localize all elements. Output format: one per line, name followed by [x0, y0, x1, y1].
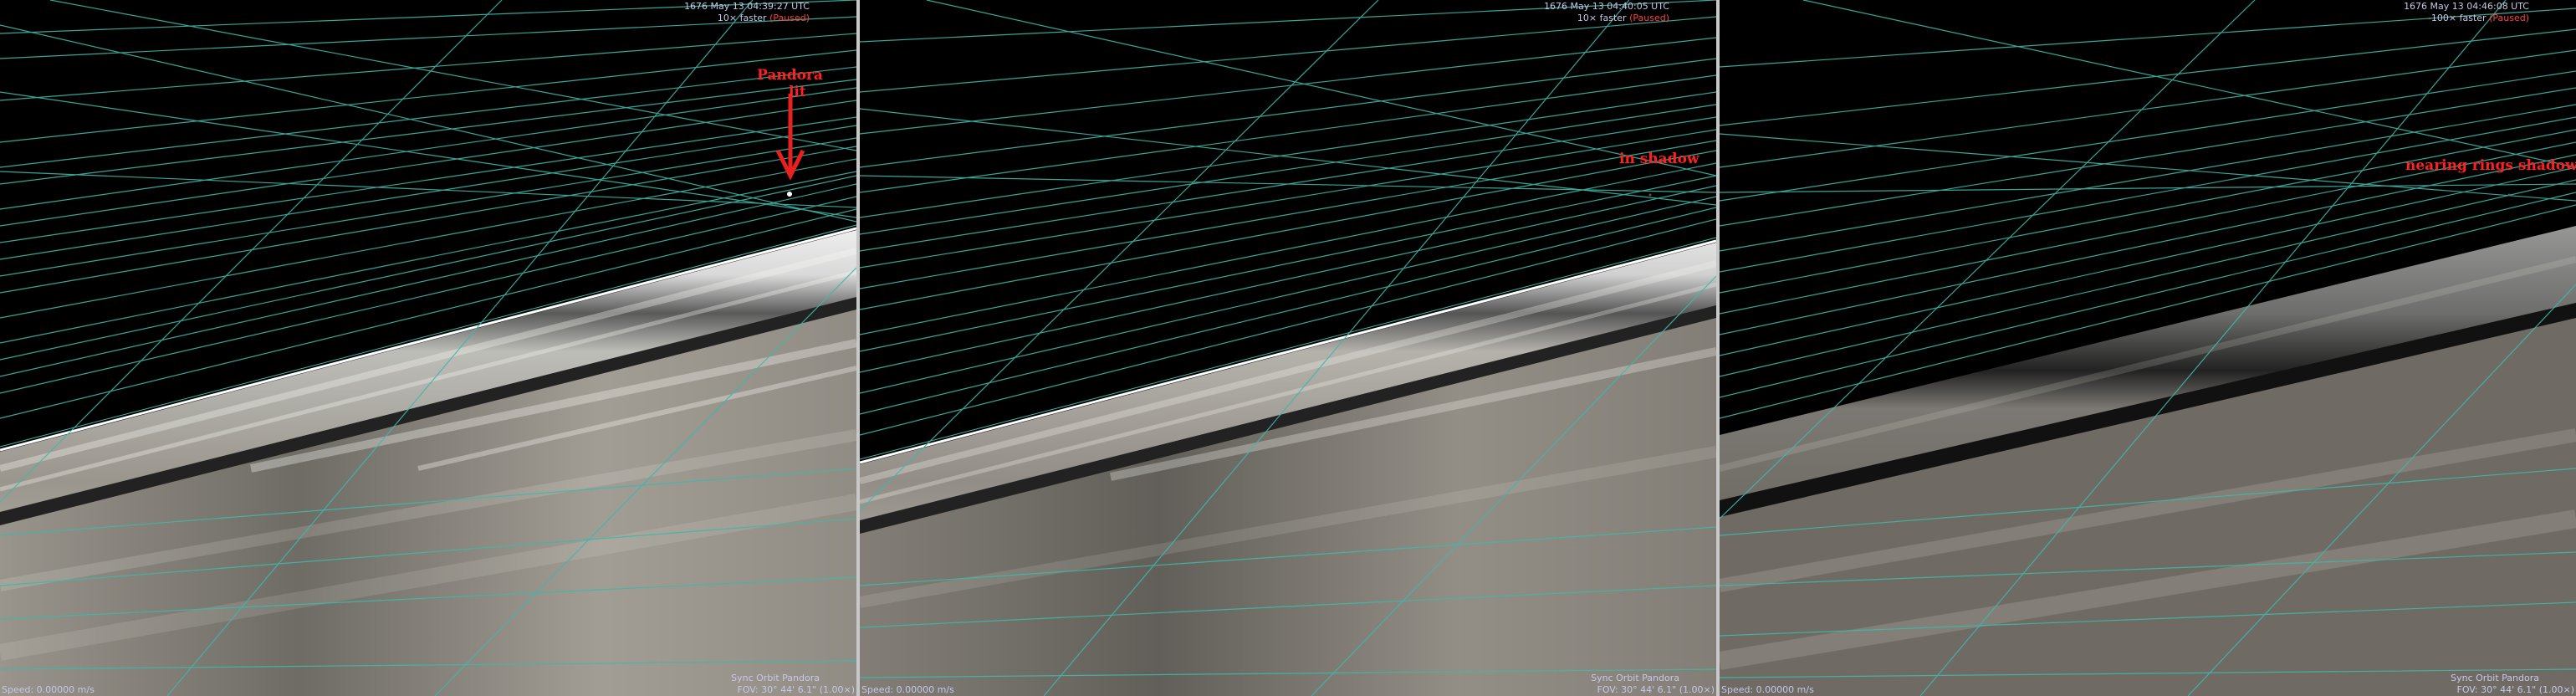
pandora-moon — [2507, 193, 2511, 197]
pandora-moon — [1648, 193, 1652, 197]
sync-orbit-readout: Sync Orbit Pandora — [2451, 673, 2539, 683]
sync-orbit-readout: Sync Orbit Pandora — [1591, 673, 1679, 683]
annotation-line2: lit — [789, 84, 806, 100]
pandora-moon — [787, 192, 792, 197]
sim-time: 1676 May 13 04:39:27 UTC — [684, 1, 810, 12]
screenshot-strip: Pandora lit 1676 May 13 04:39:27 UTC 10×… — [0, 0, 2576, 696]
space-scene — [0, 0, 856, 696]
annotation-label: Pandora lit — [757, 67, 823, 100]
speed-readout: Speed: 0.00000 m/s — [2, 684, 95, 695]
viewport-panel-1[interactable]: Pandora lit 1676 May 13 04:39:27 UTC 10×… — [0, 0, 856, 696]
sim-time: 1676 May 13 04:46:08 UTC — [2404, 1, 2529, 12]
space-scene — [860, 0, 1716, 696]
fov-readout: FOV: 30° 44' 6.1" (1.00×) — [2456, 684, 2574, 695]
sync-orbit-readout: Sync Orbit Pandora — [731, 673, 820, 683]
paused-indicator: (Paused) — [2489, 13, 2529, 23]
time-rate-value: -100× faster — [2427, 13, 2487, 23]
time-rate: 10× faster (Paused) — [1577, 13, 1669, 23]
annotation-label: in shadow — [1619, 151, 1699, 167]
time-rate-value: 10× faster — [717, 13, 767, 23]
sim-time: 1676 May 13 04:40:05 UTC — [1544, 1, 1669, 12]
viewport-panel-2[interactable]: in shadow 1676 May 13 04:40:05 UTC 10× f… — [860, 0, 1716, 696]
time-rate-value: 10× faster — [1577, 13, 1627, 23]
annotation-label: nearing rings shadow — [2405, 157, 2576, 174]
fov-readout: FOV: 30° 44' 6.1" (1.00×) — [1597, 684, 1715, 695]
time-rate: 10× faster (Paused) — [718, 13, 810, 23]
speed-readout: Speed: 0.00000 m/s — [861, 684, 954, 695]
paused-indicator: (Paused) — [769, 13, 810, 23]
annotation-line1: Pandora — [757, 67, 823, 84]
paused-indicator: (Paused) — [1629, 13, 1669, 23]
speed-readout: Speed: 0.00000 m/s — [1721, 684, 1814, 695]
fov-readout: FOV: 30° 44' 6.1" (1.00×) — [737, 684, 855, 695]
space-scene — [1720, 0, 2576, 696]
viewport-panel-3[interactable]: nearing rings shadow 1676 May 13 04:46:0… — [1720, 0, 2576, 696]
time-rate: -100× faster (Paused) — [2428, 13, 2529, 23]
